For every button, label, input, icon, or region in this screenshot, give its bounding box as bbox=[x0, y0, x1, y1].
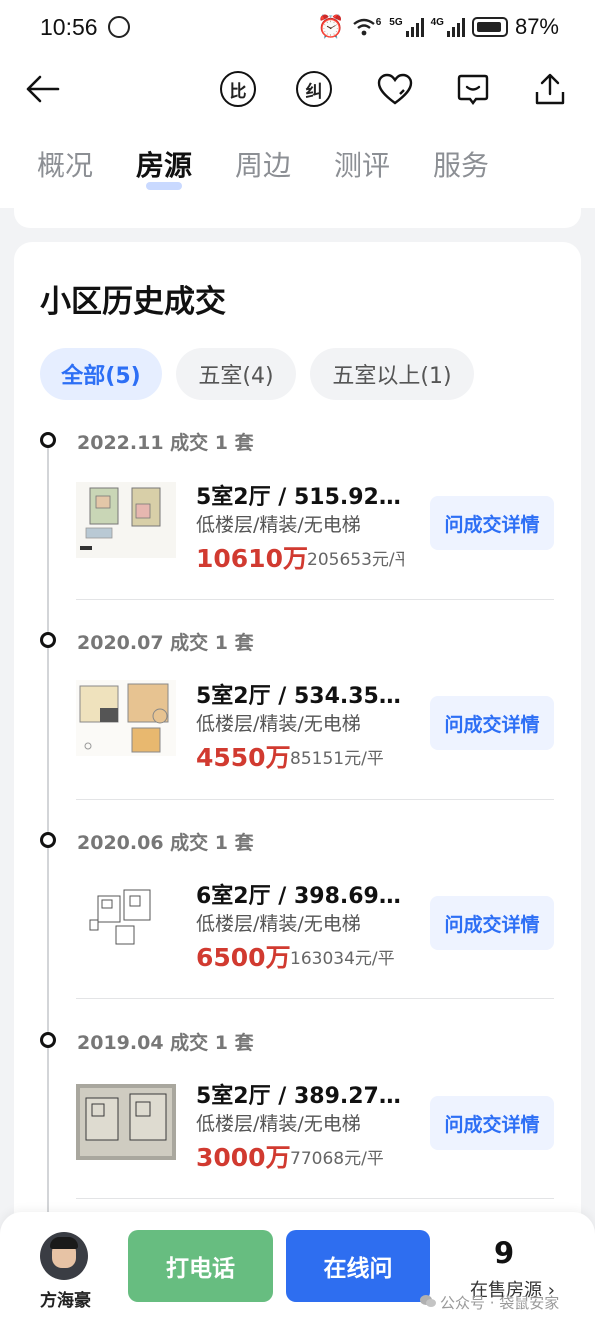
active-tab-indicator bbox=[146, 182, 182, 190]
bottom-action-bar: 方海豪 打电话 在线问 9 在售房源 › 公众号 · 袋鼠安家 bbox=[0, 1212, 595, 1322]
record-date: 2020.07 成交 1 套 bbox=[77, 632, 254, 654]
wechat-icon bbox=[420, 1294, 436, 1312]
net-label-2: 4G bbox=[430, 17, 444, 28]
timeline-dot bbox=[40, 632, 56, 648]
deal-price: 4550万 bbox=[196, 743, 291, 772]
agent-avatar[interactable] bbox=[40, 1232, 88, 1280]
listing-attributes: 低楼层/精装/无电梯 bbox=[196, 913, 361, 935]
unit-price: 85151元/平 bbox=[290, 749, 384, 769]
tab-overview[interactable]: 概况 bbox=[37, 144, 93, 184]
correct-icon: 纠 bbox=[296, 71, 332, 107]
record-divider bbox=[76, 1198, 554, 1199]
floorplan-thumbnail[interactable] bbox=[76, 882, 176, 958]
tab-listings[interactable]: 房源 bbox=[136, 144, 192, 184]
listing-attributes: 低楼层/精装/无电梯 bbox=[196, 1113, 361, 1135]
floorplan-thumbnail[interactable] bbox=[76, 482, 176, 558]
ask-deal-details-button[interactable]: 问成交详情 bbox=[430, 896, 554, 950]
timeline-dot bbox=[40, 832, 56, 848]
for-sale-count[interactable]: 9 bbox=[494, 1236, 514, 1270]
correct-button[interactable]: 纠 bbox=[292, 67, 336, 111]
listing-title: 5室2厅 / 389.27… bbox=[196, 1084, 401, 1109]
record-divider bbox=[76, 799, 554, 800]
unit-price: 77068元/平 bbox=[290, 1149, 384, 1169]
top-nav: 比 纠 bbox=[0, 56, 595, 124]
timeline-line bbox=[47, 446, 49, 1322]
tab-reviews[interactable]: 测评 bbox=[334, 144, 390, 184]
timeline-dot bbox=[40, 432, 56, 448]
deal-price: 10610万 bbox=[196, 544, 308, 573]
filter-chip-all[interactable]: 全部(5) bbox=[40, 348, 162, 400]
record-divider bbox=[76, 599, 554, 600]
compare-icon: 比 bbox=[220, 71, 256, 107]
tab-services[interactable]: 服务 bbox=[433, 144, 489, 184]
unit-price: 163034元/平 bbox=[290, 949, 395, 969]
record-date: 2019.04 成交 1 套 bbox=[77, 1032, 254, 1054]
wifi-icon: 6 bbox=[352, 17, 383, 37]
floorplan-thumbnail[interactable] bbox=[76, 680, 176, 756]
alarm-icon: ⏰ bbox=[317, 14, 345, 39]
timeline-dot bbox=[40, 1032, 56, 1048]
hand-icon bbox=[108, 16, 130, 38]
floorplan-thumbnail[interactable] bbox=[76, 1084, 176, 1160]
record-divider bbox=[76, 998, 554, 999]
message-icon[interactable] bbox=[451, 67, 495, 111]
agent-name: 方海豪 bbox=[40, 1291, 91, 1311]
section-title: 小区历史成交 bbox=[40, 284, 226, 320]
ask-deal-details-button[interactable]: 问成交详情 bbox=[430, 496, 554, 550]
battery-level: 87% bbox=[514, 14, 559, 39]
listing-title: 5室2厅 / 534.35… bbox=[196, 684, 401, 709]
deal-price: 3000万 bbox=[196, 1143, 291, 1172]
listing-title: 6室2厅 / 398.69… bbox=[196, 884, 401, 909]
tab-nearby[interactable]: 周边 bbox=[235, 144, 291, 184]
unit-price: 205653元/平 bbox=[307, 550, 404, 570]
record-date: 2022.11 成交 1 套 bbox=[77, 432, 254, 454]
deal-price: 6500万 bbox=[196, 943, 291, 972]
call-button[interactable]: 打电话 bbox=[128, 1230, 273, 1302]
previous-card-tail bbox=[14, 200, 581, 228]
watermark: 公众号 · 袋鼠安家 bbox=[420, 1292, 559, 1313]
listing-attributes: 低楼层/精装/无电梯 bbox=[196, 713, 361, 735]
net-label-1: 5G bbox=[389, 17, 403, 28]
avatar-hair bbox=[50, 1237, 78, 1249]
compare-button[interactable]: 比 bbox=[216, 67, 260, 111]
online-chat-button[interactable]: 在线问 bbox=[286, 1230, 430, 1302]
watermark-text: 公众号 · 袋鼠安家 bbox=[440, 1294, 560, 1312]
listing-title: 5室2厅 / 515.92… bbox=[196, 485, 401, 510]
ask-deal-details-button[interactable]: 问成交详情 bbox=[430, 696, 554, 750]
status-bar: 10:56 ⏰ 6 5G 4G 87% bbox=[0, 0, 595, 56]
section-tabs: 概况 房源 周边 测评 服务 bbox=[0, 124, 595, 208]
listing-attributes: 低楼层/精装/无电梯 bbox=[196, 514, 361, 536]
back-arrow-icon[interactable] bbox=[20, 67, 64, 111]
wifi-tag: 6 bbox=[375, 17, 382, 28]
transaction-history-card: 小区历史成交 全部(5) 五室(4) 五室以上(1) 2022.11 成交 1 … bbox=[14, 242, 581, 1322]
filter-chip-five-room[interactable]: 五室(4) bbox=[176, 348, 296, 400]
favorite-heart-icon[interactable] bbox=[373, 67, 417, 111]
signal-icon-1: 5G bbox=[389, 17, 424, 37]
status-right: ⏰ 6 5G 4G 87% bbox=[317, 14, 559, 40]
filter-chip-five-plus[interactable]: 五室以上(1) bbox=[310, 348, 474, 400]
record-date: 2020.06 成交 1 套 bbox=[77, 832, 254, 854]
battery-icon bbox=[471, 17, 508, 37]
ask-deal-details-button[interactable]: 问成交详情 bbox=[430, 1096, 554, 1150]
signal-icon-2: 4G bbox=[431, 17, 465, 37]
status-time: 10:56 bbox=[40, 14, 98, 40]
share-icon[interactable] bbox=[528, 67, 572, 111]
